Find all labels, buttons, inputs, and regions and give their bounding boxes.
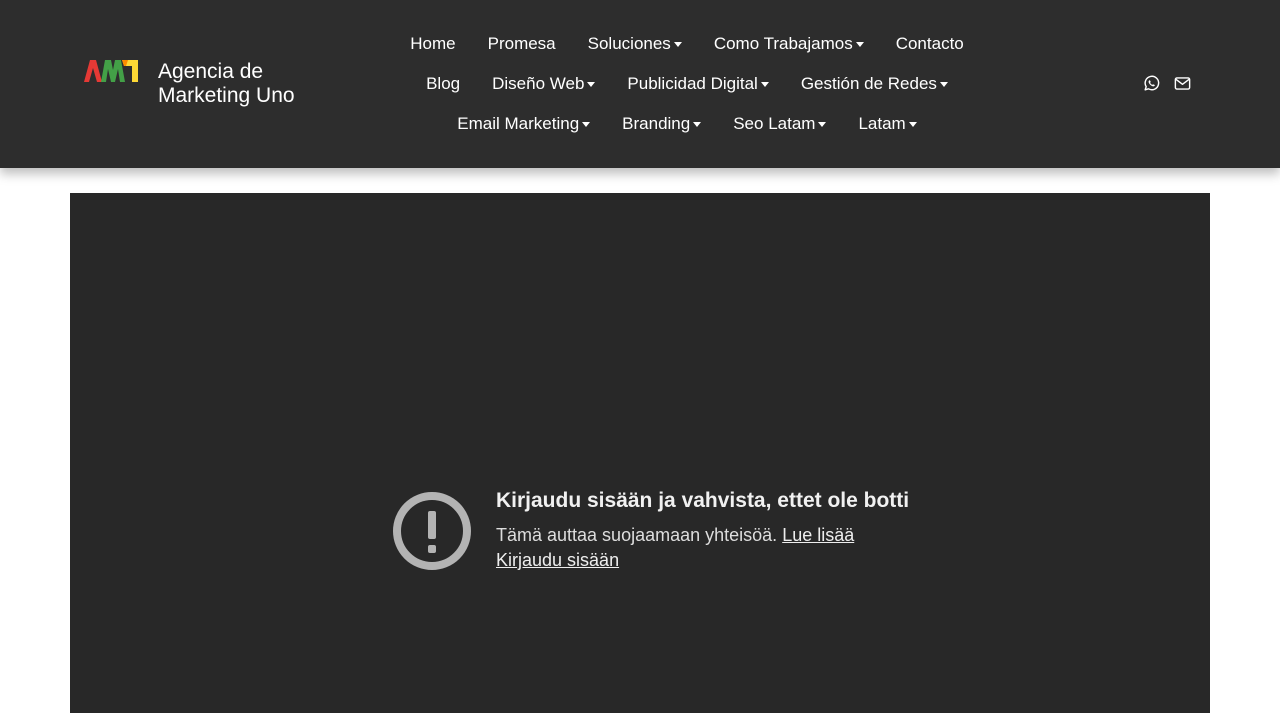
menu-item-label: Blog <box>426 74 461 93</box>
learn-more-link[interactable]: Lue lisää <box>782 525 854 545</box>
caret-down-icon <box>587 82 596 87</box>
caret-down-icon <box>760 82 769 87</box>
whatsapp-icon[interactable] <box>1142 74 1161 93</box>
menu-item-label: Como Trabajamos <box>713 34 853 53</box>
sign-in-link[interactable]: Kirjaudu sisään <box>496 550 619 570</box>
menu-item-label: Latam <box>858 114 906 133</box>
alert-circle-icon <box>393 492 471 570</box>
menu-row-1: Home Promesa Soluciones Como Trabajamos … <box>360 24 1014 64</box>
menu-row-2: Blog Diseño Web Publicidad Digital Gesti… <box>360 64 1014 104</box>
sign-in-line: Kirjaudu sisään <box>496 548 936 573</box>
caret-down-icon <box>582 122 591 127</box>
menu-item-label: Diseño Web <box>492 74 585 93</box>
envelope-icon[interactable] <box>1173 74 1192 93</box>
menu-item-como-trabajamos[interactable]: Como Trabajamos <box>714 34 864 54</box>
menu-item-label: Email Marketing <box>457 114 580 133</box>
menu-item-label: Branding <box>622 114 691 133</box>
menu-row-3: Email Marketing Branding Seo Latam Latam <box>360 104 1014 144</box>
brand-name[interactable]: Agencia de Marketing Uno <box>158 60 328 108</box>
menu-item-label: Promesa <box>487 34 556 53</box>
video-embed: Kirjaudu sisään ja vahvista, ettet ole b… <box>70 193 1210 713</box>
menu-item-label: Soluciones <box>587 34 671 53</box>
main-menu: Home Promesa Soluciones Como Trabajamos … <box>360 24 1014 144</box>
brand[interactable]: Agencia de Marketing Uno <box>84 60 295 107</box>
brand-logo[interactable] <box>84 60 138 82</box>
message-body: Tämä auttaa suojaamaan yhteisöä. <box>496 525 778 545</box>
menu-item-seo-latam[interactable]: Seo Latam <box>733 114 827 134</box>
sign-in-message: Kirjaudu sisään ja vahvista, ettet ole b… <box>496 487 936 573</box>
message-title: Kirjaudu sisään ja vahvista, ettet ole b… <box>496 489 910 512</box>
menu-item-label: Gestión de Redes <box>800 74 937 93</box>
menu-item-contacto[interactable]: Contacto <box>896 34 964 54</box>
menu-item-label: Seo Latam <box>733 114 816 133</box>
menu-item-label: Contacto <box>895 34 964 53</box>
caret-down-icon <box>908 122 917 127</box>
caret-down-icon <box>673 42 682 47</box>
caret-down-icon <box>855 42 864 47</box>
menu-item-promesa[interactable]: Promesa <box>488 34 556 54</box>
menu-item-diseno-web[interactable]: Diseño Web <box>492 74 596 94</box>
menu-item-soluciones[interactable]: Soluciones <box>588 34 682 54</box>
menu-item-latam[interactable]: Latam <box>858 114 917 134</box>
menu-item-branding[interactable]: Branding <box>622 114 702 134</box>
menu-item-label: Publicidad Digital <box>627 74 758 93</box>
caret-down-icon <box>693 122 702 127</box>
caret-down-icon <box>818 122 827 127</box>
menu-item-gestion-de-redes[interactable]: Gestión de Redes <box>801 74 948 94</box>
social-links <box>1142 74 1192 93</box>
message-body-line: Tämä auttaa suojaamaan yhteisöä. Lue lis… <box>496 523 936 548</box>
menu-item-blog[interactable]: Blog <box>426 74 460 94</box>
menu-item-email-marketing[interactable]: Email Marketing <box>457 114 591 134</box>
navbar: Agencia de Marketing Uno Home Promesa So… <box>0 0 1280 168</box>
menu-item-publicidad-digital[interactable]: Publicidad Digital <box>627 74 769 94</box>
menu-item-label: Home <box>410 34 456 53</box>
menu-item-home[interactable]: Home <box>410 34 455 54</box>
caret-down-icon <box>939 82 948 87</box>
